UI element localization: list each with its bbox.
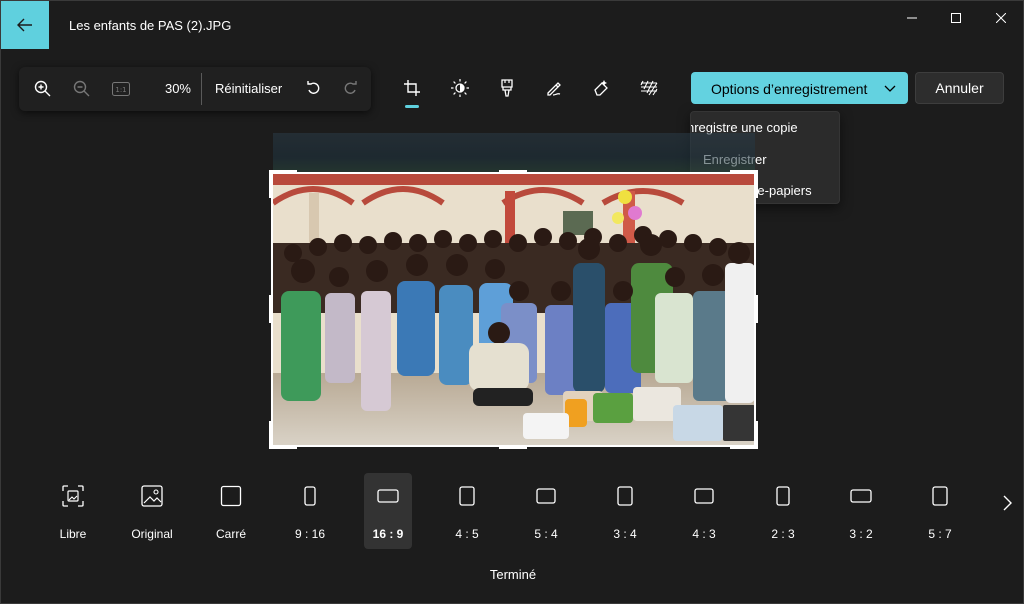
chevron-right-icon [1003,495,1012,511]
ratio-label: 4 : 5 [455,527,479,541]
crop-handle-bottom-right[interactable] [754,421,758,449]
active-tool-indicator [405,105,419,108]
crop-tool-button[interactable] [400,77,424,99]
ratio-original[interactable]: Original [128,473,176,549]
ratio-label: Original [131,527,173,541]
portrait-icon [304,486,316,506]
adjust-icon [451,79,469,97]
ratio-2-3[interactable]: 2 : 3 [759,473,807,549]
crop-handle-top-left[interactable] [269,170,273,198]
maximize-icon [951,13,961,23]
save-options-label: Options d’enregistrement [711,81,868,97]
landscape-icon [850,489,872,503]
ratio-5-4[interactable]: 5 : 4 [522,473,570,549]
background-tool-button[interactable] [637,77,661,99]
crop-handle-bottom[interactable] [499,445,527,449]
erase-tool-button[interactable] [589,77,613,99]
crop-handle-top[interactable] [499,170,527,174]
free-crop-icon [62,485,84,507]
zoom-value[interactable]: 30% [159,81,191,96]
back-button[interactable] [1,1,49,49]
reset-button[interactable]: Réinitialiser [215,81,282,96]
ratio-label: 9 : 16 [294,527,326,541]
erase-icon [594,80,608,96]
photo-canvas[interactable] [273,173,755,445]
undo-button[interactable] [301,77,325,101]
zoom-out-button[interactable] [70,77,94,101]
adjust-tool-button[interactable] [448,77,472,99]
ratio-label: 3 : 4 [613,527,637,541]
redo-button[interactable] [339,77,363,101]
image-icon [141,485,163,507]
window-title: Les enfants de PAS (2).JPG [69,18,232,33]
ratio-5-7[interactable]: 5 : 7 [916,473,964,549]
save-options-button[interactable]: Options d’enregistrement [691,72,908,104]
filter-tool-button[interactable] [495,77,519,99]
square-icon [220,485,242,507]
crop-handle-top-left[interactable] [269,170,297,174]
crop-handle-left[interactable] [269,295,273,323]
ratio-label: 5 : 7 [928,527,952,541]
portrait-icon [617,486,633,506]
filter-icon [501,79,513,97]
crop-handle-bottom-left[interactable] [269,421,273,449]
ratio-16-9[interactable]: 16 : 9 [364,473,412,549]
scroll-right-button[interactable] [999,493,1015,513]
maximize-button[interactable] [933,7,979,29]
back-arrow-icon [17,18,32,32]
title-bar: Les enfants de PAS (2).JPG [1,1,1023,49]
portrait-icon [932,486,948,506]
chevron-down-icon [884,85,896,92]
ratio-label: 3 : 2 [849,527,873,541]
minimize-button[interactable] [889,7,935,29]
zoom-in-icon [34,80,51,97]
ratio-label: Carré [215,527,246,541]
zoom-in-button[interactable] [31,77,55,101]
ratio-label: Libre [59,527,87,541]
crop-handle-right[interactable] [754,295,758,323]
ratio-3-2[interactable]: 3 : 2 [837,473,885,549]
toolbar-separator [201,73,202,105]
ratio-4-3[interactable]: 4 : 3 [680,473,728,549]
actual-size-button[interactable]: 1:1 [109,77,133,101]
cancel-button[interactable]: Annuler [915,72,1004,104]
zoom-toolbar: 1:1 30% Réinitialiser [19,67,371,111]
crop-handle-top-right[interactable] [754,170,758,198]
undo-icon [307,81,320,94]
zoom-out-icon [73,80,90,97]
ratio-square[interactable]: Carré [207,473,255,549]
crop-handle-bottom-left[interactable] [269,445,297,449]
landscape-icon [377,489,399,503]
markup-icon [547,82,561,96]
ratio-label: 5 : 4 [534,527,558,541]
portrait-icon [776,486,790,506]
redo-icon [344,81,357,94]
ratio-3-4[interactable]: 3 : 4 [601,473,649,549]
ratio-4-5[interactable]: 4 : 5 [443,473,491,549]
ratio-9-16[interactable]: 9 : 16 [286,473,334,549]
minimize-icon [907,17,917,19]
done-button[interactable]: Terminé [479,567,547,582]
markup-tool-button[interactable] [542,77,566,99]
close-button[interactable] [978,7,1024,29]
background-icon [640,80,658,96]
ratio-free[interactable]: Libre [49,473,97,549]
landscape-icon [694,488,714,504]
close-icon [996,13,1006,23]
crop-icon [404,80,420,96]
actual-size-text: 1:1 [115,86,126,94]
ratio-label: 4 : 3 [692,527,716,541]
photos-editor-window: Les enfants de PAS (2).JPG 1:1 30% Réini… [0,0,1024,604]
ratio-label: 2 : 3 [771,527,795,541]
landscape-icon [536,488,556,504]
ratio-label: 16 : 9 [372,527,404,541]
photo-outside-crop [273,133,755,173]
group-photo-image [273,173,755,445]
portrait-icon [459,486,475,506]
actual-size-icon: 1:1 [112,82,130,96]
